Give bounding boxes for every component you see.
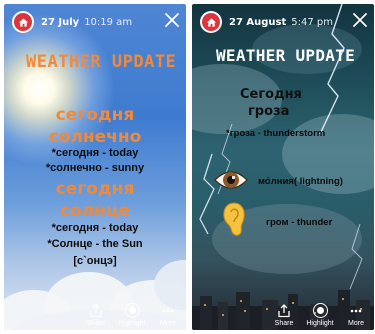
more-icon xyxy=(162,309,174,313)
story-title: WEATHER UPDATE xyxy=(216,46,356,65)
story-title: WEATHER UPDATE xyxy=(26,52,177,72)
pronunciation-line: [с`онцэ] xyxy=(73,255,117,267)
avatar[interactable] xyxy=(200,11,222,33)
more-icon xyxy=(350,309,362,313)
vocab-line: гром - thunder xyxy=(266,217,333,228)
more-button[interactable]: More xyxy=(150,304,186,327)
heading-line: сегодня xyxy=(55,179,135,199)
story-actions: Share Highlight More xyxy=(266,296,374,330)
story-date: 27 August xyxy=(229,16,287,28)
heading-sun: сегодня солнце xyxy=(4,178,186,222)
story-left[interactable]: 27 July 10:19 am WEATHER UPDATE сегодня … xyxy=(4,4,186,330)
heading-line: сегодня xyxy=(55,105,135,125)
vocab-line: *сегодня - today xyxy=(51,147,139,159)
vocab-line: *солнечно - sunny xyxy=(45,162,145,174)
story-date: 27 July xyxy=(41,16,80,28)
story-time: 10:19 am xyxy=(84,16,133,28)
story-time: 5:47 pm xyxy=(291,16,333,28)
heading-line: гроза xyxy=(248,104,290,119)
heading-line: солнечно xyxy=(48,127,142,147)
vocab-line: мо́лния( lightning) xyxy=(258,176,343,187)
close-icon[interactable] xyxy=(164,12,180,28)
heading-line: Сегодня xyxy=(240,87,302,102)
more-button[interactable]: More xyxy=(338,304,374,327)
ear-icon xyxy=(223,202,245,236)
story-header: 27 August 5:47 pm xyxy=(192,4,374,40)
share-label: Share xyxy=(86,320,106,327)
home-icon xyxy=(18,17,28,27)
share-label: Share xyxy=(274,320,294,327)
highlight-label: Highlight xyxy=(306,320,334,327)
story-actions: Share Highlight More xyxy=(78,296,186,330)
more-label: More xyxy=(160,320,176,327)
highlight-button[interactable]: Highlight xyxy=(114,303,150,327)
highlight-icon xyxy=(124,303,140,318)
vocab-line: *сегодня - today xyxy=(51,222,139,234)
share-icon xyxy=(278,304,290,318)
vocab-line: *Солнце - the Sun xyxy=(47,238,143,250)
share-button[interactable]: Share xyxy=(266,304,302,327)
more-label: More xyxy=(348,320,364,327)
vocab-line: *гроза - thunderstorm xyxy=(226,128,326,139)
home-icon xyxy=(206,17,216,27)
heading-thunderstorm: Сегодня гроза xyxy=(240,86,302,120)
highlight-button[interactable]: Highlight xyxy=(302,303,338,327)
highlight-icon xyxy=(312,303,328,318)
heading-line: солнце xyxy=(59,201,131,221)
story-right[interactable]: 27 August 5:47 pm WEATHER UPDATE Сегодня… xyxy=(192,4,374,330)
close-icon[interactable] xyxy=(352,12,368,28)
eye-icon xyxy=(214,171,248,189)
story-header: 27 July 10:19 am xyxy=(4,4,186,40)
share-icon xyxy=(90,304,102,318)
highlight-label: Highlight xyxy=(118,320,146,327)
share-button[interactable]: Share xyxy=(78,304,114,327)
avatar[interactable] xyxy=(12,11,34,33)
heading-sunny: сегодня солнечно xyxy=(4,104,186,148)
